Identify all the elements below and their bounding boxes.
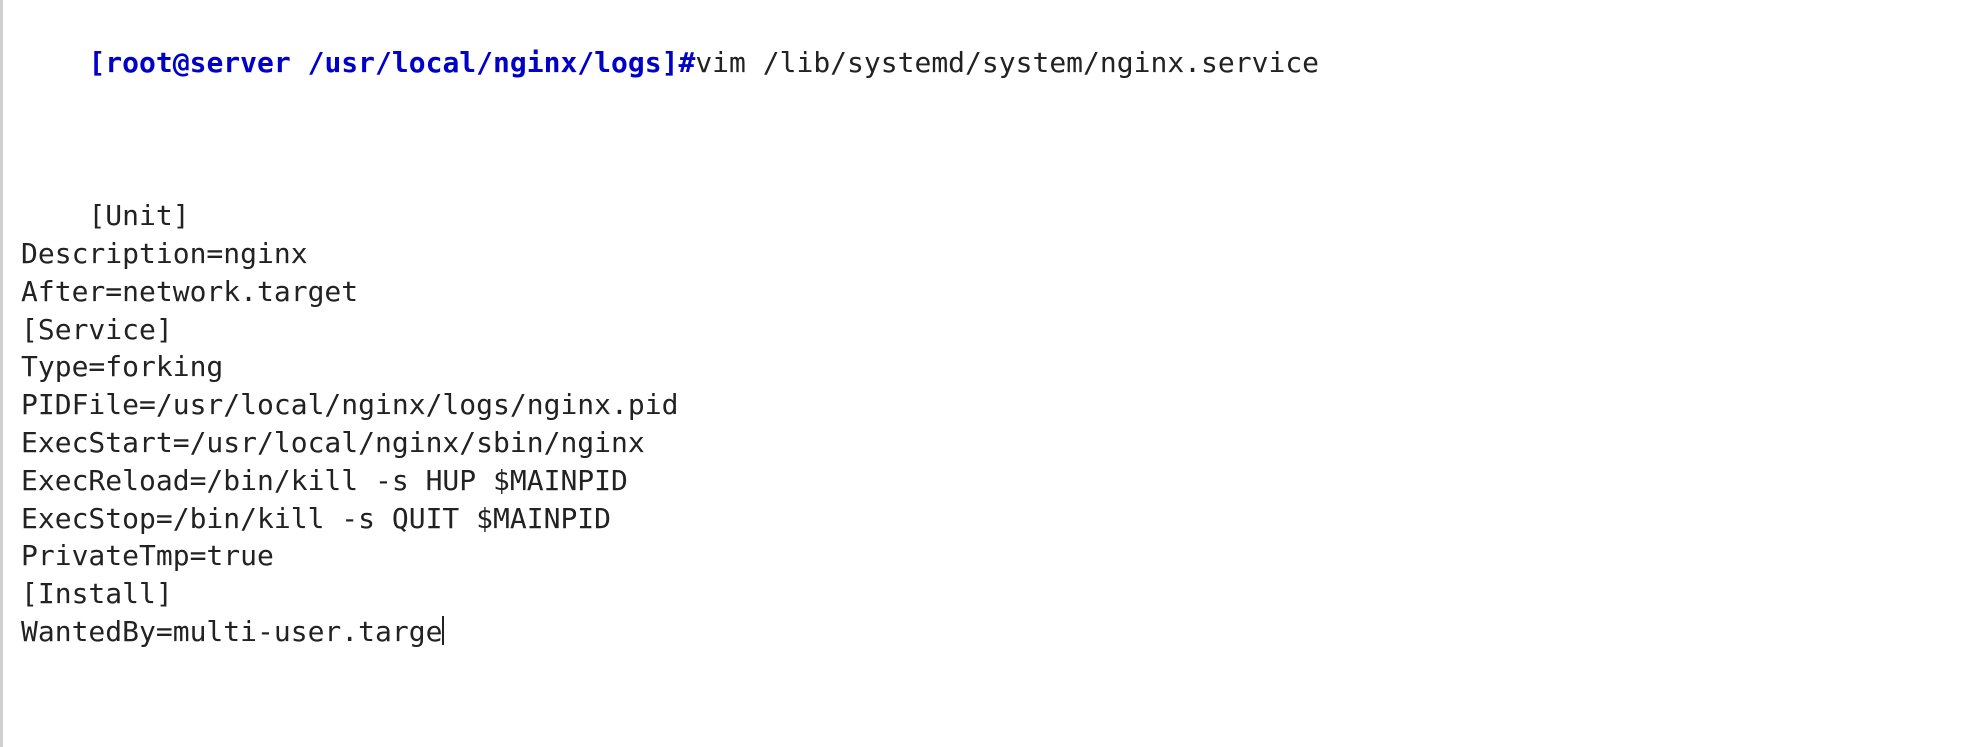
file-line: Description=nginx: [21, 237, 308, 270]
file-line: [Install]: [21, 577, 173, 610]
file-line: WantedBy=multi-user.targe: [21, 615, 442, 648]
terminal-window[interactable]: [root@server /usr/local/nginx/logs]#vim …: [0, 0, 1988, 747]
typed-command: vim /lib/systemd/system/nginx.service: [695, 46, 1319, 79]
file-line: Type=forking: [21, 350, 223, 383]
file-line: PIDFile=/usr/local/nginx/logs/nginx.pid: [21, 388, 678, 421]
file-line: [Service]: [21, 313, 173, 346]
file-line: PrivateTmp=true: [21, 539, 274, 572]
shell-prompt: [root@server /usr/local/nginx/logs]#: [88, 46, 695, 79]
file-line: After=network.target: [21, 275, 358, 308]
file-line: ExecStop=/bin/kill -s QUIT $MAINPID: [21, 502, 611, 535]
command-line[interactable]: [root@server /usr/local/nginx/logs]#vim …: [21, 6, 1988, 119]
file-line: [Unit]: [88, 199, 189, 232]
file-line: ExecReload=/bin/kill -s HUP $MAINPID: [21, 464, 628, 497]
file-line: ExecStart=/usr/local/nginx/sbin/nginx: [21, 426, 645, 459]
editor-content[interactable]: [Unit] Description=nginx After=network.t…: [21, 159, 1988, 688]
text-cursor: [442, 616, 444, 645]
